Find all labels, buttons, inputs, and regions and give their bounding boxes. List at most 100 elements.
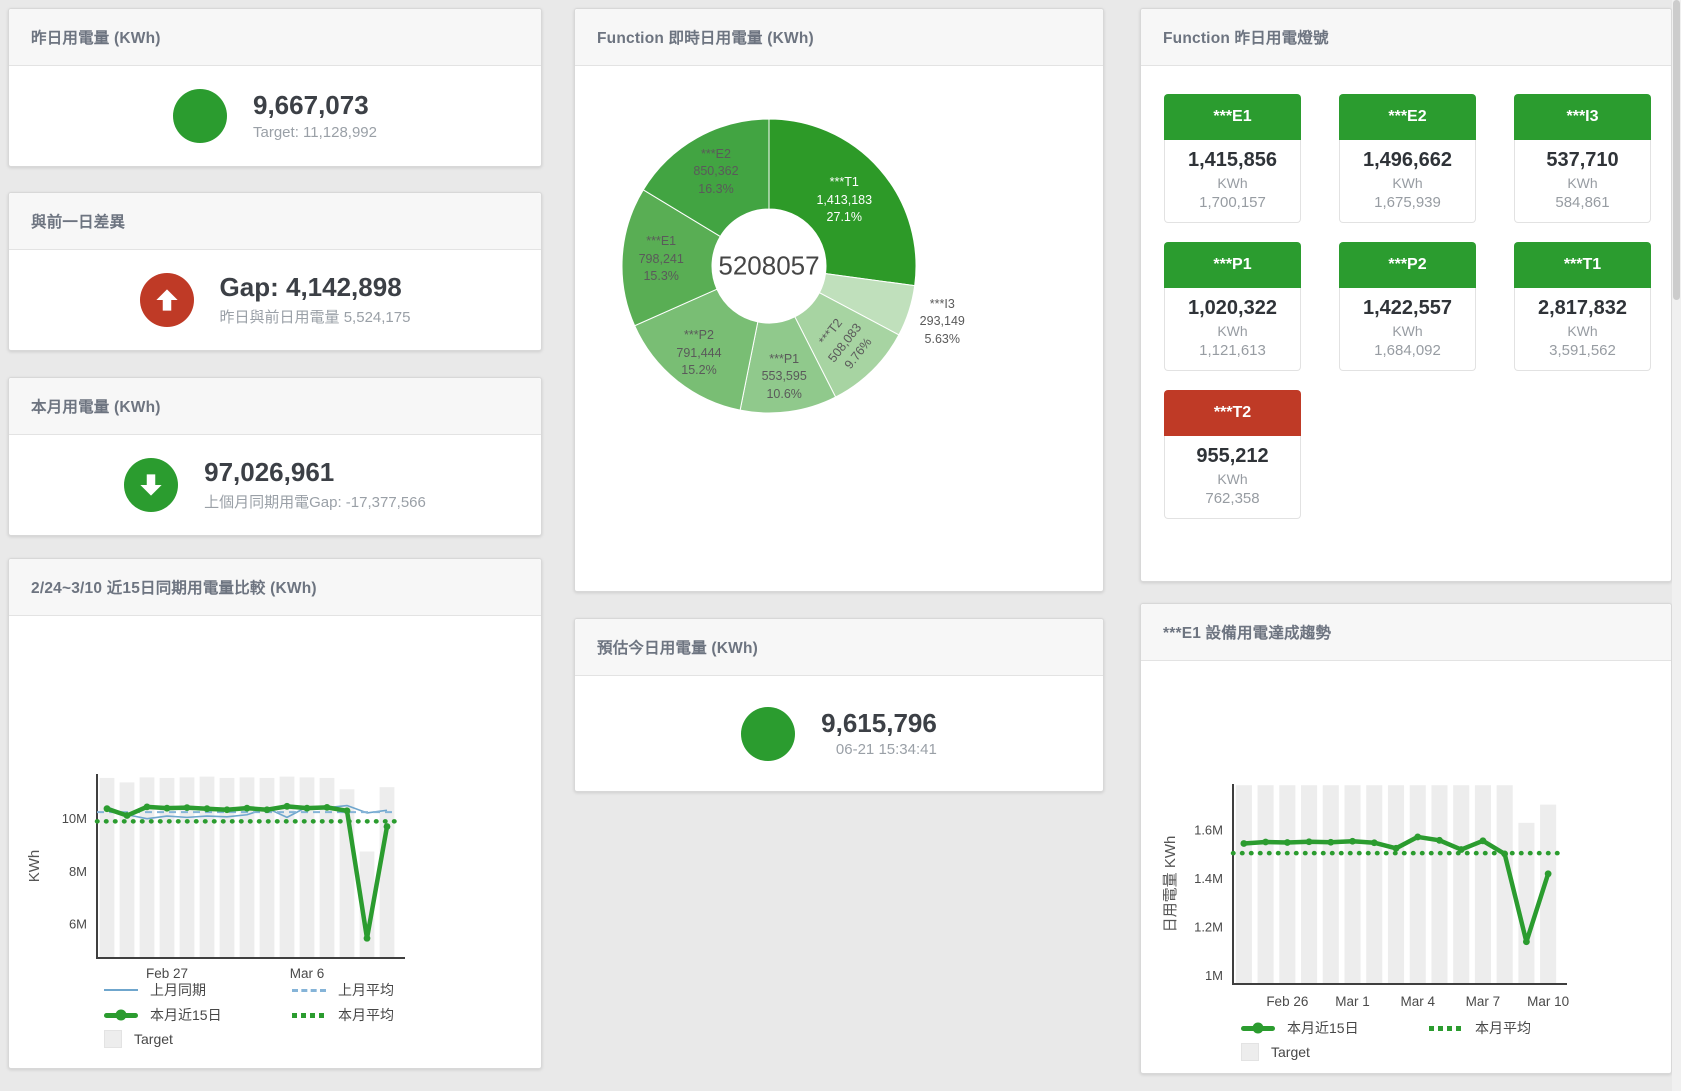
series-marker xyxy=(1436,837,1443,844)
x-tick-label: Feb 27 xyxy=(146,966,188,981)
legend-item-thick[interactable]: 本月近15日 xyxy=(1241,1018,1429,1038)
series-marker xyxy=(1262,839,1269,846)
legend-swatch-dashed xyxy=(292,989,326,992)
legend-item-thick[interactable]: 本月近15日 xyxy=(104,1005,292,1025)
target-bar xyxy=(340,789,355,958)
light-tile-body: 537,710KWh584,861 xyxy=(1514,140,1651,223)
light-tile-name: ***I3 xyxy=(1514,94,1651,140)
light-tile-target: 3,591,562 xyxy=(1515,342,1650,359)
donut-slice-label: ***P2791,44415.2% xyxy=(676,327,721,380)
series-marker xyxy=(1480,837,1487,844)
light-tile-body: 1,422,557KWh1,684,092 xyxy=(1339,288,1476,371)
x-tick-label: Mar 6 xyxy=(290,966,325,981)
y-tick-label: 1.6M xyxy=(1194,823,1223,838)
light-tile-name: ***E2 xyxy=(1339,94,1476,140)
target-bar xyxy=(180,777,195,958)
panel-e1-trend-chart: ***E1 設備用電達成趨勢 1M1.2M1.4M1.6M日用電量 KWhFeb… xyxy=(1140,603,1672,1074)
stat-value: 9,615,796 xyxy=(821,709,937,739)
target-bar xyxy=(1475,785,1491,984)
legend-item-dashed[interactable]: 上月平均 xyxy=(292,980,480,1000)
legend-item-box[interactable]: Target xyxy=(104,1030,292,1048)
series-marker xyxy=(1306,838,1313,845)
x-tick-label: Mar 7 xyxy=(1466,994,1501,1009)
x-tick-label: Mar 1 xyxy=(1335,994,1370,1009)
panel-15day-compare-chart: 2/24~3/10 近15日同期用電量比較 (KWh) 6M8M10MKWhFe… xyxy=(8,558,542,1069)
target-bar xyxy=(1518,823,1534,984)
series-marker xyxy=(144,803,151,810)
light-tile-value: 955,212 xyxy=(1165,445,1300,468)
light-tile-body: 1,415,856KWh1,700,157 xyxy=(1164,140,1301,223)
legend-label: 上月同期 xyxy=(150,980,206,1000)
legend-label: 上月平均 xyxy=(338,980,394,1000)
target-bar xyxy=(1410,785,1426,984)
light-tile: ***T2955,212KWh762,358 xyxy=(1164,390,1301,519)
legend-label: Target xyxy=(1271,1044,1310,1060)
panel-prev-day-gap: 與前一日差異 Gap: 4,142,898 昨日與前日用電量 5,524,175 xyxy=(8,192,542,351)
compare-chart-legend: 上月同期 上月平均本月近15日 本月平均 Target xyxy=(104,980,480,1048)
light-tile-value: 1,422,557 xyxy=(1340,297,1475,320)
light-tile-value: 1,415,856 xyxy=(1165,149,1300,172)
legend-label: Target xyxy=(134,1031,173,1047)
target-bar xyxy=(140,777,155,958)
light-tile: ***T12,817,832KWh3,591,562 xyxy=(1514,242,1651,371)
panel-header: 本月用電量 (KWh) xyxy=(9,378,541,435)
panel-header: 昨日用電量 (KWh) xyxy=(9,9,541,66)
legend-item-thin[interactable]: 上月同期 xyxy=(104,980,292,1000)
y-tick-label: 6M xyxy=(69,916,87,931)
stat-value: Gap: 4,142,898 xyxy=(220,273,411,303)
legend-label: 本月近15日 xyxy=(150,1005,222,1025)
legend-item-dotted[interactable]: 本月平均 xyxy=(1429,1018,1617,1038)
target-bar xyxy=(280,777,295,958)
y-tick-label: 1.4M xyxy=(1194,871,1223,886)
donut-center-total: 5208057 xyxy=(718,251,819,282)
legend-swatch-thick xyxy=(104,1013,138,1018)
target-bar xyxy=(1497,785,1513,984)
donut-slice-label: ***E1798,24115.3% xyxy=(639,233,684,286)
light-tile-body: 1,496,662KWh1,675,939 xyxy=(1339,140,1476,223)
series-marker xyxy=(1501,851,1508,858)
stat-value: 9,667,073 xyxy=(253,91,377,121)
panel-realtime-donut: Function 即時日用電量 (KWh) 5208057 ***T11,413… xyxy=(574,8,1104,592)
panel-title: 昨日用電量 (KWh) xyxy=(31,26,161,48)
page-scrollbar[interactable] xyxy=(1672,0,1681,1091)
light-tile-value: 537,710 xyxy=(1515,149,1650,172)
legend-item-box[interactable]: Target xyxy=(1241,1043,1429,1061)
light-tile: ***E21,496,662KWh1,675,939 xyxy=(1339,94,1476,223)
panel-title: Function 昨日用電燈號 xyxy=(1163,26,1329,48)
legend-label: 本月近15日 xyxy=(1287,1018,1359,1038)
series-thick xyxy=(1244,837,1548,942)
donut-slice-label: ***I3293,1495.63% xyxy=(920,295,965,348)
series-thin xyxy=(107,806,387,819)
series-marker xyxy=(364,935,371,942)
light-tile-unit: KWh xyxy=(1340,323,1475,339)
target-bar xyxy=(1388,785,1404,984)
light-tile-name: ***P2 xyxy=(1339,242,1476,288)
target-bar xyxy=(1236,785,1252,984)
series-marker xyxy=(1371,839,1378,846)
panel-title: 與前一日差異 xyxy=(31,210,125,232)
y-axis-title: 日用電量 KWh xyxy=(1162,836,1179,933)
legend-swatch-dotted xyxy=(292,1013,326,1018)
panel-month-usage: 本月用電量 (KWh) 97,026,961 上個月同期用電Gap: -17,3… xyxy=(8,377,542,536)
scrollbar-thumb[interactable] xyxy=(1673,0,1680,300)
series-marker xyxy=(244,805,251,812)
target-bar xyxy=(1366,785,1382,984)
series-marker xyxy=(264,806,271,813)
light-tile: ***I3537,710KWh584,861 xyxy=(1514,94,1651,223)
series-marker xyxy=(1349,838,1356,845)
legend-item-dotted[interactable]: 本月平均 xyxy=(292,1005,480,1025)
target-bar xyxy=(1453,785,1469,984)
donut-slice-label: ***E2850,36216.3% xyxy=(693,146,738,199)
lights-grid: ***E11,415,856KWh1,700,157***E21,496,662… xyxy=(1164,94,1651,519)
series-marker xyxy=(204,805,211,812)
panel-estimate-today: 預估今日用電量 (KWh) 9,615,796 06-21 15:34:41 xyxy=(574,618,1104,792)
series-thick xyxy=(107,806,387,938)
target-bar xyxy=(120,782,135,958)
light-tile-target: 762,358 xyxy=(1165,490,1300,507)
series-marker xyxy=(344,807,351,814)
stat-subtitle: 昨日與前日用電量 5,524,175 xyxy=(220,306,411,327)
donut-slice-label: ***T11,413,18327.1% xyxy=(816,174,872,227)
status-circle xyxy=(173,89,227,143)
series-marker xyxy=(324,804,331,811)
series-marker xyxy=(164,805,171,812)
